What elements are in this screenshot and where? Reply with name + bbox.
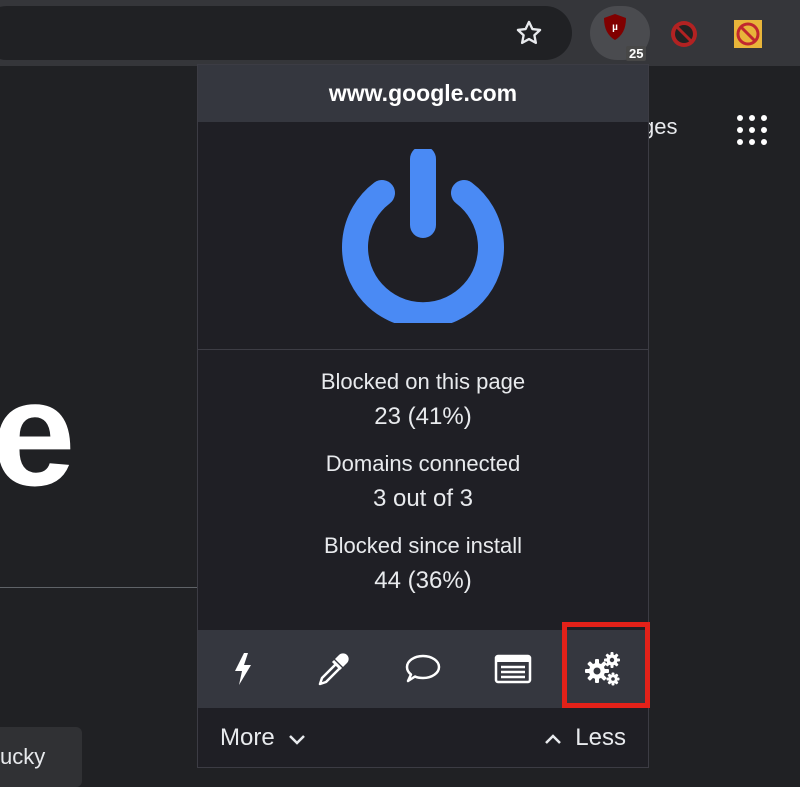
extension-badge-count: 25 [626,46,647,61]
chevron-down-icon [287,724,307,752]
popup-hostname: www.google.com [198,65,648,122]
power-area [198,122,648,349]
stat-label-blocked-page: Blocked on this page [320,369,526,394]
stat-label-blocked-install: Blocked since install [323,533,523,558]
stat-value-blocked-page: 23 (41%) [374,403,472,430]
stats-panel: Blocked on this page 23 (41%) Domains co… [198,365,648,611]
stat-value-domains: 3 out of 3 [372,485,474,512]
google-logo: e [0,349,76,517]
eyedropper-icon[interactable] [288,630,378,708]
feeling-lucky-label: ucky [0,744,46,769]
browser-toolbar: µ 25 [0,0,800,66]
ublock-popup: www.google.com Blocked on this page 23 (… [197,64,649,768]
ublock-extension-button[interactable]: µ 25 [590,6,650,61]
less-button[interactable]: Less [531,724,648,752]
more-label: More [220,723,275,751]
search-box-divider [0,587,198,588]
popup-divider [198,349,648,350]
power-switch-button[interactable] [336,145,510,328]
tool-bar [198,630,648,708]
svg-text:µ: µ [612,22,618,33]
address-bar[interactable] [0,6,572,60]
stat-label-domains: Domains connected [325,451,521,476]
lightning-icon[interactable] [198,630,288,708]
ublock-shield-icon: µ 25 [604,14,647,61]
chevron-up-icon [543,724,563,752]
apps-grid-icon[interactable] [734,112,770,148]
settings-gears-icon[interactable] [558,630,648,708]
adblock-icon[interactable] [664,14,704,54]
speech-bubble-icon[interactable] [378,630,468,708]
more-button[interactable]: More [198,724,319,752]
noscript-icon[interactable] [728,14,768,54]
less-label: Less [575,723,626,751]
power-icon [342,145,504,328]
star-icon[interactable] [511,15,547,51]
stat-value-blocked-install: 44 (36%) [374,567,472,594]
popup-footer: More Less [198,708,648,767]
logger-list-icon[interactable] [468,630,558,708]
